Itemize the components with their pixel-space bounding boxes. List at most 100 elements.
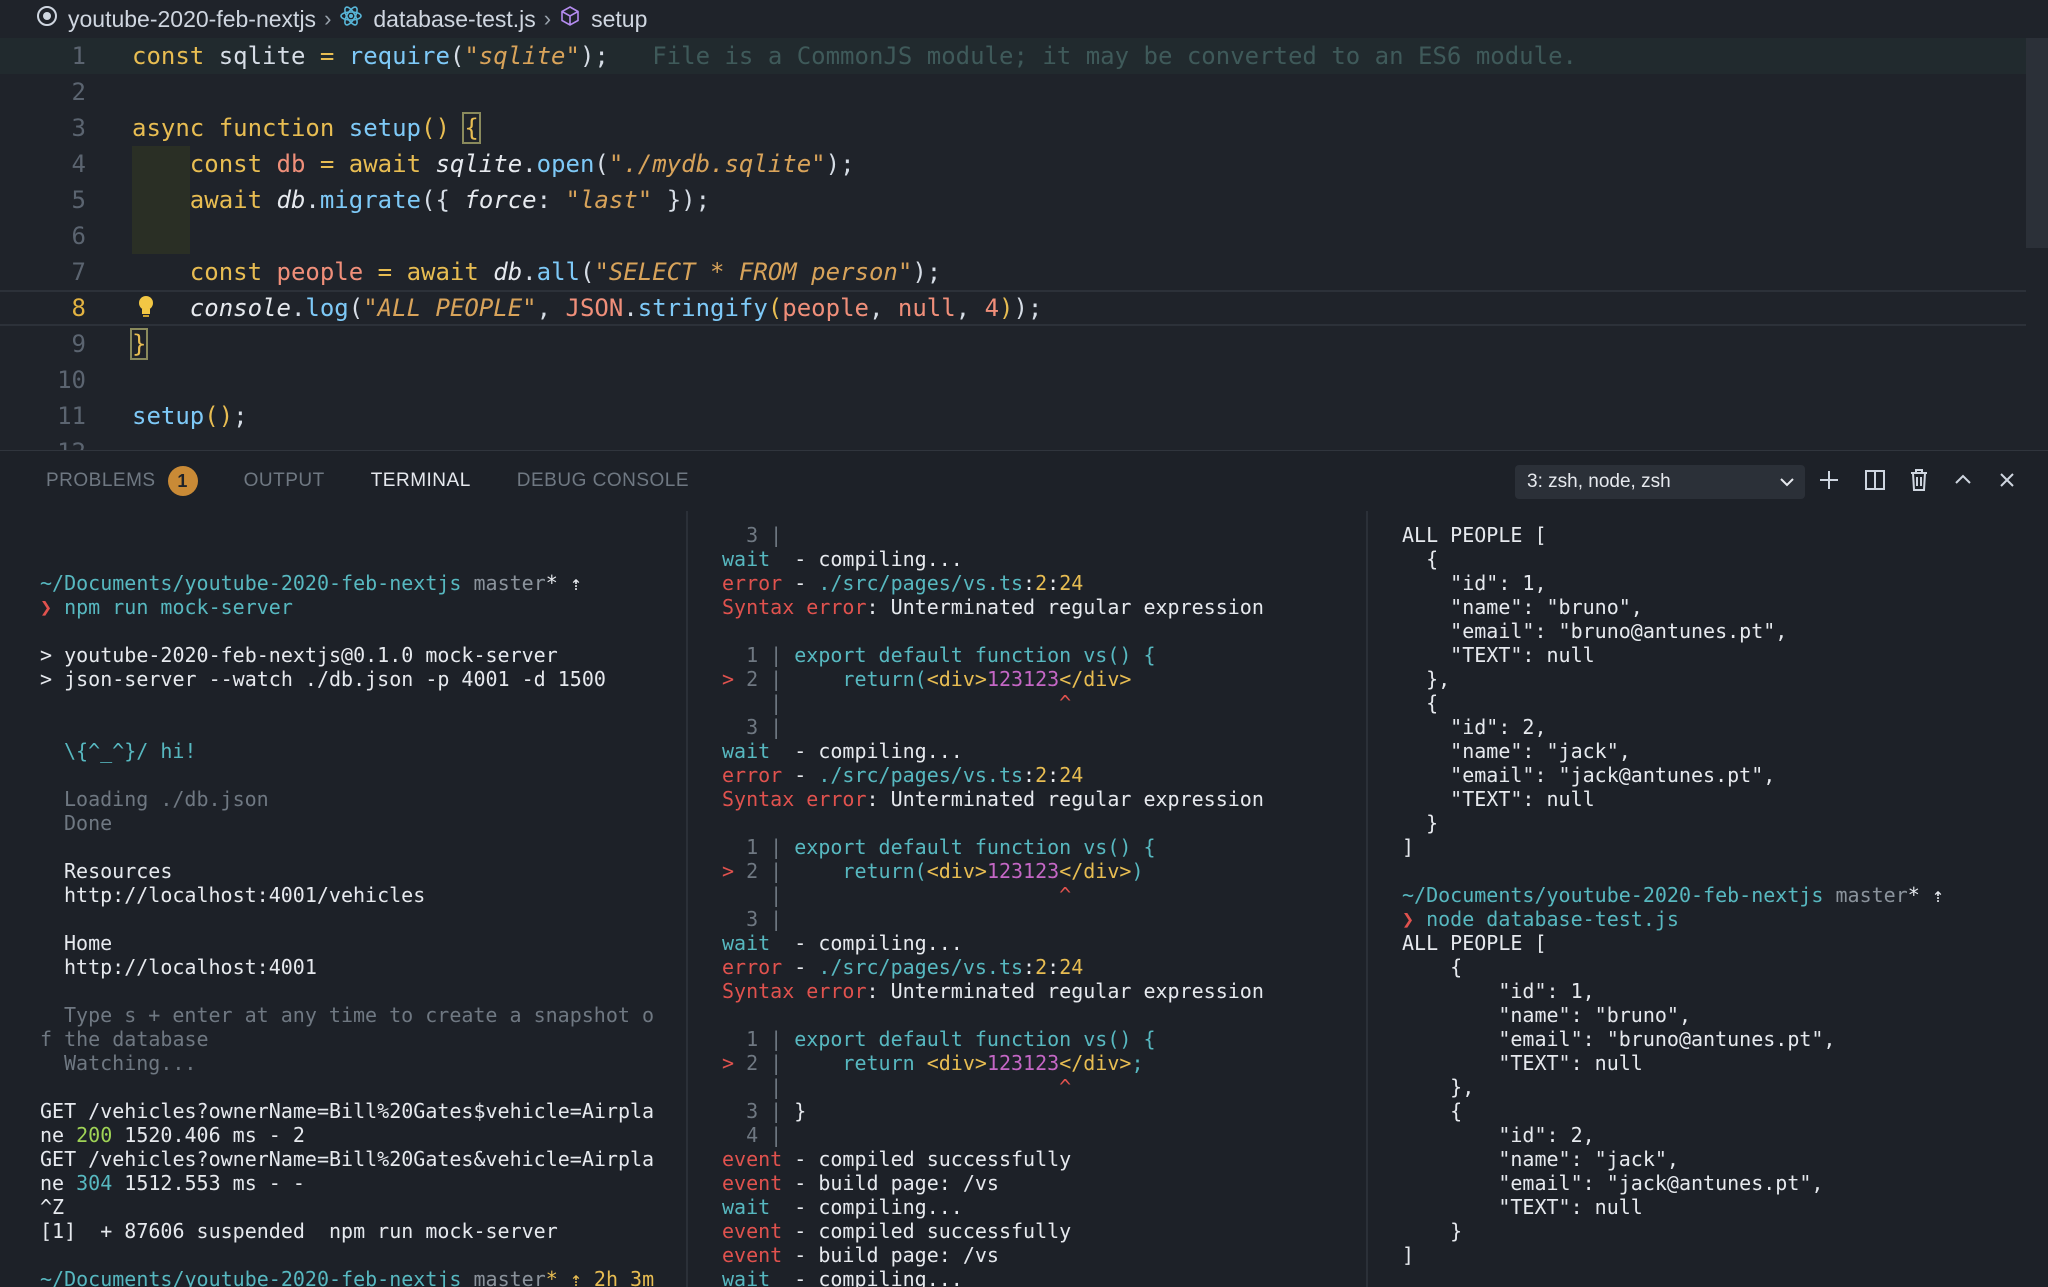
terminal-line: > 2 | return(<div>123123</div>)	[722, 859, 1144, 883]
terminal-line: | ^	[722, 691, 1072, 715]
terminal-line: Home	[64, 931, 113, 955]
editor-scrollbar[interactable]	[2026, 38, 2048, 450]
terminal-pane-3[interactable]: ALL PEOPLE [ { "id": 1, "name": "bruno",…	[1402, 511, 2022, 1287]
line-number: 1	[71, 42, 86, 70]
terminal-line: Syntax error: Unterminated regular expre…	[722, 787, 1264, 811]
terminal-line: ne 200 1520.406 ms - 2	[40, 1123, 305, 1147]
terminal-line: event - compiled successfully	[722, 1219, 1072, 1243]
breadcrumb-project[interactable]: youtube-2020-feb-nextjs	[68, 6, 316, 33]
code-text: const people = await db.all("SELECT * FR…	[189, 258, 942, 286]
terminal-line: ]	[1402, 835, 1415, 859]
terminal-line: GET /vehicles?ownerName=Bill%20Gates$veh…	[40, 1099, 655, 1123]
line-number: 5	[71, 186, 86, 214]
terminal-divider[interactable]	[1366, 511, 1368, 1287]
breadcrumb-symbol[interactable]: setup	[591, 6, 647, 33]
terminal-line: | ^	[722, 883, 1072, 907]
terminal-line: "name": "jack",	[1402, 1147, 1679, 1171]
terminal-line: "email": "bruno@antunes.pt",	[1402, 1027, 1836, 1051]
terminal-line: "name": "jack",	[1402, 739, 1631, 763]
line-number: 8	[71, 294, 86, 322]
new-terminal-button[interactable]	[1812, 465, 1846, 499]
terminal-line: [1] + 87606 suspended npm run mock-serve…	[40, 1219, 558, 1243]
line-number: 3	[71, 114, 86, 142]
code-line[interactable]: 5 await db.migrate({ force: "last" });	[0, 182, 2026, 218]
maximize-panel-button[interactable]	[1946, 465, 1980, 499]
code-text: const sqlite = require("sqlite"); File i…	[132, 42, 1577, 70]
code-line[interactable]: 1 const sqlite = require("sqlite"); File…	[0, 38, 2026, 74]
editor-scroll-thumb[interactable]	[2026, 38, 2048, 248]
terminal-select[interactable]: 3: zsh, node, zsh	[1515, 465, 1805, 499]
panel-header: PROBLEMS 1 OUTPUT TERMINAL DEBUG CONSOLE…	[0, 451, 2048, 511]
code-line[interactable]: 7 const people = await db.all("SELECT * …	[0, 254, 2026, 290]
terminal-select-value: 3: zsh, node, zsh	[1527, 471, 1671, 492]
terminal-line: http://localhost:4001/vehicles	[64, 883, 426, 907]
line-number: 2	[71, 78, 86, 106]
code-line[interactable]: 3 async function setup() {	[0, 110, 2026, 146]
problems-count-badge: 1	[167, 466, 198, 496]
code-line[interactable]: 2	[0, 74, 2026, 110]
terminal-line: }	[1402, 1219, 1463, 1243]
code-text: const db = await sqlite.open("./mydb.sql…	[189, 150, 855, 178]
code-line[interactable]: 10	[0, 362, 2026, 398]
code-text: await db.migrate({ force: "last" });	[189, 186, 711, 214]
terminal-line: Type s + enter at any time to create a s…	[64, 1003, 655, 1027]
terminal-line: ~/Documents/youtube-2020-feb-nextjs mast…	[40, 1267, 655, 1287]
terminal-line: "name": "bruno",	[1402, 1003, 1691, 1027]
terminal-line: GET /vehicles?ownerName=Bill%20Gates&veh…	[40, 1147, 655, 1171]
code-line-active[interactable]: 8 console.log("ALL PEOPLE", JSON.stringi…	[0, 290, 2026, 326]
terminal-line: wait - compiling...	[722, 547, 963, 571]
terminal-line: wait - compiling...	[722, 1267, 963, 1287]
chevron-right-icon: ›	[543, 6, 552, 31]
terminal-line: Syntax error: Unterminated regular expre…	[722, 595, 1264, 619]
code-line[interactable]: 11 setup();	[0, 398, 2026, 434]
code-line[interactable]: 4 const db = await sqlite.open("./mydb.s…	[0, 146, 2026, 182]
code-text: console.log("ALL PEOPLE", JSON.stringify…	[189, 294, 1043, 322]
terminal-line: {	[1402, 547, 1439, 571]
line-number: 10	[57, 366, 86, 394]
terminal-line: },	[1402, 1075, 1475, 1099]
line-number: 11	[57, 402, 86, 430]
terminal-line: },	[1402, 667, 1451, 691]
terminal-line: Resources	[64, 859, 173, 883]
terminal-line: > json-server --watch ./db.json -p 4001 …	[40, 667, 606, 691]
terminal-line: ❯ node database-test.js	[1402, 907, 1679, 931]
kill-terminal-button[interactable]	[1902, 465, 1936, 499]
terminal-line: event - compiled successfully	[722, 1147, 1072, 1171]
terminal-line: > 2 | return <div>123123</div>;	[722, 1051, 1144, 1075]
terminal-line: ALL PEOPLE [	[1402, 931, 1547, 955]
tab-terminal[interactable]: TERMINAL	[371, 451, 471, 511]
tab-problems[interactable]: PROBLEMS 1	[46, 451, 198, 511]
terminal-line: http://localhost:4001	[64, 955, 317, 979]
code-editor[interactable]: 1 const sqlite = require("sqlite"); File…	[0, 38, 2048, 450]
terminal-divider[interactable]	[686, 511, 688, 1287]
code-line[interactable]: 6	[0, 218, 2026, 254]
terminal-pane-2[interactable]: 3 | wait - compiling... error - ./src/page…	[722, 511, 1362, 1287]
terminal-line: wait - compiling...	[722, 1195, 963, 1219]
terminal-line: Syntax error: Unterminated regular expre…	[722, 979, 1264, 1003]
close-panel-button[interactable]	[1990, 465, 2024, 499]
line-number: 12	[0, 434, 86, 450]
terminal-line: {	[1402, 1099, 1463, 1123]
tab-output[interactable]: OUTPUT	[244, 451, 325, 511]
terminal-line: "id": 1,	[1402, 979, 1595, 1003]
code-line[interactable]: 9 }	[0, 326, 2026, 362]
terminal-line: 3 | }	[722, 1099, 807, 1123]
trash-icon	[1908, 468, 1930, 497]
terminal-line: wait - compiling...	[722, 931, 963, 955]
terminal-line: }	[1402, 811, 1439, 835]
code-text: }	[129, 328, 149, 360]
close-icon	[1997, 470, 2017, 495]
terminal-line: \{^_^}/ hi!	[64, 739, 197, 763]
terminal-line: Watching...	[64, 1051, 197, 1075]
terminal-pane-1[interactable]: ~/Documents/youtube-2020-feb-nextjs mast…	[40, 511, 680, 1287]
code-line[interactable]: 12	[0, 434, 2026, 450]
terminal-line: | ^	[722, 1075, 1072, 1099]
terminal-line: ~/Documents/youtube-2020-feb-nextjs mast…	[40, 571, 582, 595]
split-terminal-button[interactable]	[1858, 465, 1892, 499]
tab-debug-console[interactable]: DEBUG CONSOLE	[517, 451, 689, 511]
terminal-line: "TEXT": null	[1402, 1195, 1643, 1219]
plus-icon	[1817, 468, 1841, 497]
line-number: 4	[71, 150, 86, 178]
terminal-line: "TEXT": null	[1402, 1051, 1643, 1075]
breadcrumb-file[interactable]: database-test.js	[373, 6, 535, 33]
